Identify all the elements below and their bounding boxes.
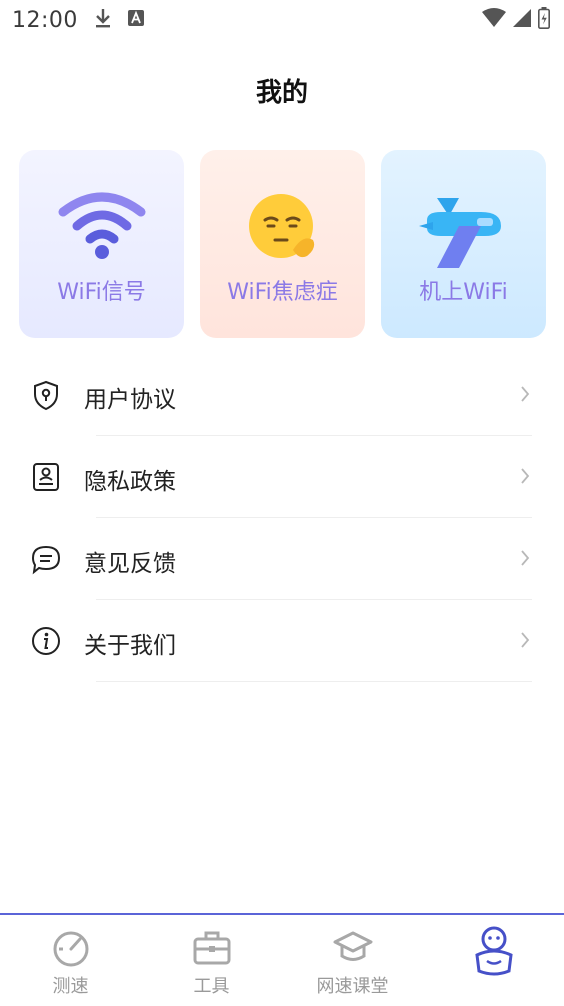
status-time: 12:00 <box>12 7 78 33</box>
toolbox-icon <box>193 931 230 965</box>
download-icon <box>94 7 112 33</box>
card-label: WiFi焦虑症 <box>227 280 338 305</box>
menu-item-label: 关于我们 <box>84 633 176 659</box>
cell-signal-icon <box>512 8 532 32</box>
settings-menu: 用户协议 隐私政策 意见反馈 关于我们 <box>0 354 564 682</box>
card-wifi-signal[interactable]: WiFi信号 <box>19 150 184 338</box>
speedometer-icon <box>53 931 88 967</box>
tab-label: 网速课堂 <box>316 976 389 997</box>
menu-item-about-us[interactable]: 关于我们 <box>0 600 564 682</box>
feature-cards: WiFi信号 WiFi焦虑症 机上WiFi <box>19 150 546 338</box>
menu-item-feedback[interactable]: 意见反馈 <box>0 518 564 600</box>
status-bar-left: 12:00 <box>12 7 144 33</box>
menu-item-label: 隐私政策 <box>84 469 176 495</box>
info-icon <box>32 627 60 655</box>
tab-label: 测速 <box>52 976 89 997</box>
profile-mascot-icon <box>474 926 513 976</box>
card-label: WiFi信号 <box>57 280 146 305</box>
shield-lock-icon <box>34 380 58 411</box>
wifi-icon <box>58 192 145 259</box>
tab-speed-test[interactable]: 测速 <box>0 915 141 1004</box>
menu-item-label: 用户协议 <box>84 387 176 413</box>
menu-item-user-agreement[interactable]: 用户协议 <box>0 354 564 436</box>
chevron-right-icon <box>521 632 530 648</box>
menu-item-label: 意见反馈 <box>84 551 176 577</box>
card-label: 机上WiFi <box>419 280 508 305</box>
tab-speed-class[interactable]: 网速课堂 <box>282 915 423 1004</box>
anxious-face-icon <box>248 194 314 258</box>
status-bar: 12:00 <box>0 0 564 40</box>
chat-bubble-icon <box>31 545 61 575</box>
chevron-right-icon <box>521 386 530 402</box>
wifi-signal-icon <box>482 8 506 32</box>
tab-label: 工具 <box>193 976 230 997</box>
status-bar-right <box>482 7 550 33</box>
card-wifi-anxiety[interactable]: WiFi焦虑症 <box>200 150 365 338</box>
chevron-right-icon <box>521 468 530 484</box>
airplane-icon <box>418 198 501 268</box>
battery-icon <box>538 7 550 33</box>
bottom-tab-bar: 测速 工具 网速课堂 <box>0 913 564 1006</box>
tab-tools[interactable]: 工具 <box>141 915 282 1004</box>
tab-profile[interactable] <box>423 915 564 1004</box>
privacy-document-icon <box>33 463 59 491</box>
menu-item-privacy-policy[interactable]: 隐私政策 <box>0 436 564 518</box>
card-inflight-wifi[interactable]: 机上WiFi <box>381 150 546 338</box>
divider <box>96 681 532 682</box>
graduation-cap-icon <box>333 931 372 961</box>
keyboard-a-icon <box>127 10 144 30</box>
page-title: 我的 <box>255 78 308 108</box>
chevron-right-icon <box>521 550 530 566</box>
